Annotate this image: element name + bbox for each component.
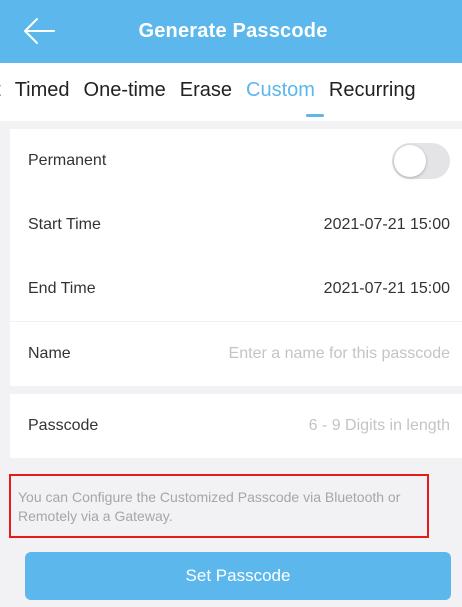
toggle-knob [394,145,426,177]
permanent-row: Permanent [10,129,462,193]
start-time-value: 2021-07-21 15:00 [323,216,450,233]
arrow-left-icon [24,18,55,44]
name-input[interactable]: Enter a name for this passcode [229,345,450,363]
name-row: Name Enter a name for this passcode [10,322,462,386]
name-card: Name Enter a name for this passcode [10,322,462,386]
tab-recurring[interactable]: Recurring [329,79,416,102]
passcode-row: Passcode 6 - 9 Digits in length [10,394,462,458]
passcode-label: Passcode [28,417,99,434]
set-passcode-label: Set Passcode [185,566,291,585]
active-tab-indicator [306,114,324,117]
tab-timed[interactable]: Timed [15,79,70,102]
start-time-label: Start Time [28,216,101,233]
permanent-label: Permanent [28,152,107,169]
hint-text: You can Configure the Customized Passcod… [18,489,401,524]
schedule-card: Permanent Start Time 2021-07-21 15:00 En… [10,129,462,321]
passcode-card: Passcode 6 - 9 Digits in length [10,394,462,458]
app-header: Generate Passcode [0,0,462,63]
end-time-value: 2021-07-21 15:00 [323,280,450,297]
back-button[interactable] [22,16,56,46]
start-time-row[interactable]: Start Time 2021-07-21 15:00 [10,193,462,257]
passcode-input[interactable]: 6 - 9 Digits in length [309,417,450,435]
end-time-row[interactable]: End Time 2021-07-21 15:00 [10,257,462,321]
name-label: Name [28,345,71,362]
tab-custom[interactable]: Custom [246,79,315,102]
tab-permanent[interactable]: nt [0,79,1,102]
set-passcode-button[interactable]: Set Passcode [25,552,451,600]
tab-erase[interactable]: Erase [180,79,232,102]
configuration-hint: You can Configure the Customized Passcod… [9,474,429,538]
tab-one-time[interactable]: One-time [84,79,166,102]
permanent-toggle[interactable] [392,143,450,179]
passcode-type-tabs: nt Timed One-time Erase Custom Recurring [0,63,462,121]
end-time-label: End Time [28,280,96,297]
page-title: Generate Passcode [138,20,328,42]
